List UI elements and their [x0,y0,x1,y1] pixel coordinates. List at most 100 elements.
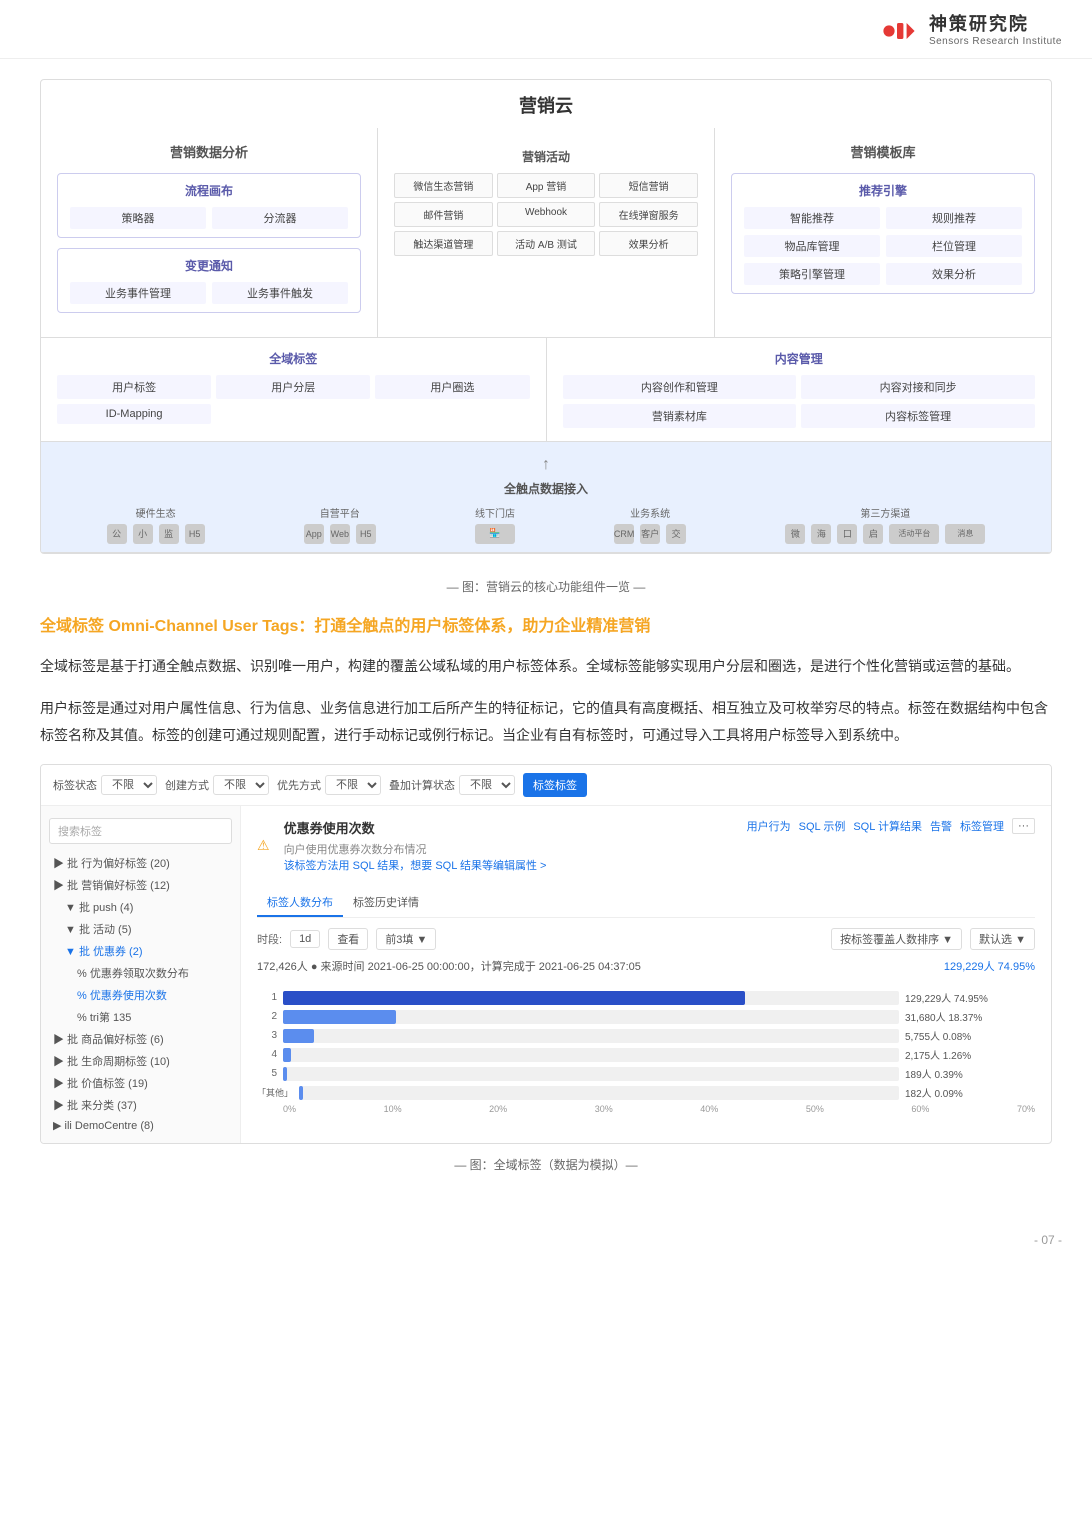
left-panel-item-2[interactable]: ▼ 批 push (4) [41,896,240,918]
stats-right: 129,229人 74.95% [944,958,1035,974]
flow-canvas-box: 流程画布 策略器 分流器 [57,173,361,238]
top-link-4[interactable]: 标签管理 [960,818,1004,834]
tp-icons-row-1: App Web H5 [304,524,376,544]
x-3: 30% [595,1104,613,1114]
x-2: 20% [489,1104,507,1114]
create-method-select[interactable]: 不限 [213,775,269,795]
logo-english: Sensors Research Institute [929,36,1062,48]
default-select[interactable]: 默认选 ▼ [970,928,1035,950]
tp-group-title-0: 硬件生态 [136,505,176,520]
body-text-1: 全域标签是基于打通全触点数据、识别唯一用户，构建的覆盖公域私域的用户标签体系。全… [40,653,1052,680]
left-panel-item-1[interactable]: ▶ 批 营销偏好标签 (12) [41,874,240,896]
content-0: 内容创作和管理 [563,375,797,399]
tp-icon-3: H5 [185,524,205,544]
activity-4: Webhook [497,202,596,227]
tp-icon-2: 监 [159,524,179,544]
sort-select[interactable]: 按标签覆盖人数排序 ▼ [831,928,962,950]
x-1: 10% [384,1104,402,1114]
more-button[interactable]: ··· [1012,818,1035,834]
flow-item-0: 策略器 [70,207,206,229]
bar-row-4: 5 189人 0.39% [257,1066,1035,1081]
search-box[interactable]: 搜索标签 [49,818,232,844]
tp-icons-row-0: 公 小 监 H5 [107,524,205,544]
tp-icon-9: 客户 [640,524,660,544]
recommend-2: 物品库管理 [744,235,880,257]
tp-icon-11: 微 [785,524,805,544]
tp-icon-13: 口 [837,524,857,544]
change-item-0: 业务事件管理 [70,282,206,304]
left-panel-item-12[interactable]: ▶ ili DemoCentre (8) [41,1116,240,1135]
left-panel-item-0[interactable]: ▶ 批 行为偏好标签 (20) [41,852,240,874]
left-panel-item-5[interactable]: % 优惠券领取次数分布 [41,962,240,984]
touchpoint-section: ↑ 全触点数据接入 硬件生态 公 小 监 H5 自营平台 App We [41,442,1051,553]
top-link-2[interactable]: SQL 计算结果 [853,818,922,834]
bar-fill-3 [283,1048,291,1062]
top-link-0[interactable]: 用户行为 [747,818,791,834]
filter-view[interactable]: 查看 [328,928,368,950]
priority-select[interactable]: 不限 [325,775,381,795]
status-label: 标签状态 [53,777,97,793]
change-item-1: 业务事件触发 [212,282,348,304]
left-panel-item-7[interactable]: % tri第 135 [41,1006,240,1028]
filter-label-time: 时段: [257,931,282,947]
screenshot-content: 搜索标签 ▶ 批 行为偏好标签 (20) ▶ 批 营销偏好标签 (12) ▼ 批… [41,806,1051,1143]
left-panel-item-11[interactable]: ▶ 批 来分类 (37) [41,1094,240,1116]
filter-1d[interactable]: 1d [290,930,320,948]
stats-text: 172,426人 ● 来源时间 2021-06-25 00:00:00，计算完成… [257,958,641,974]
bar-row-2: 3 5,755人 0.08% [257,1028,1035,1043]
activity-5: 在线弹窗服务 [599,202,698,227]
bar-desc-2: 5,755人 0.08% [905,1028,1035,1043]
logo-icon [881,15,921,47]
tp-icon-6: H5 [356,524,376,544]
usage-subtitle: 向户使用优惠券次数分布情况 [284,841,547,857]
tp-icon-12: 海 [811,524,831,544]
diagram-top-section: 营销数据分析 流程画布 策略器 分流器 变更通知 业务事件管理 业务事件触发 [41,128,1051,338]
tab-history[interactable]: 标签历史详情 [343,889,429,917]
x-4: 40% [700,1104,718,1114]
content-3: 内容标签管理 [801,404,1035,428]
filter-top3[interactable]: 前3填 ▼ [376,928,436,950]
bar-outer-5 [299,1086,899,1100]
tp-icon-16: 消息 [945,524,985,544]
bar-fill-2 [283,1029,314,1043]
left-panel-item-10[interactable]: ▶ 批 价值标签 (19) [41,1072,240,1094]
change-notify-title: 变更通知 [70,257,348,274]
x-0: 0% [283,1104,296,1114]
filter-row: 时段: 1d 查看 前3填 ▼ 按标签覆盖人数排序 ▼ 默认选 ▼ [257,928,1035,950]
bar-chart: 1 129,229人 74.95% 2 31,680人 18.37% [257,990,1035,1114]
logo: 神策研究院 Sensors Research Institute [881,14,1062,48]
activity-1: App 营销 [497,173,596,198]
bar-row-1: 2 31,680人 18.37% [257,1009,1035,1024]
left-panel-item-4[interactable]: ▼ 批 优惠券 (2) [41,940,240,962]
bar-desc-4: 189人 0.39% [905,1066,1035,1081]
data-analysis-header: 营销数据分析 [57,142,361,161]
page-header: 神策研究院 Sensors Research Institute [0,0,1092,59]
touchpoint-icons: 硬件生态 公 小 监 H5 自营平台 App Web H5 [57,505,1035,544]
top-link-3[interactable]: 告警 [930,818,952,834]
top-link-1[interactable]: SQL 示例 [799,818,846,834]
main-content: 营销云 营销数据分析 流程画布 策略器 分流器 变更通知 业务事件管理 业务事件… [0,59,1092,1224]
bar-label-1: 2 [257,1011,277,1022]
tp-icon-7: 🏪 [475,524,515,544]
page-number: - 07 - [0,1223,1092,1267]
left-panel-item-9[interactable]: ▶ 批 生命周期标签 (10) [41,1050,240,1072]
tab-distribution[interactable]: 标签人数分布 [257,889,343,917]
logo-text: 神策研究院 Sensors Research Institute [929,14,1062,48]
create-tag-button[interactable]: 标签标签 [523,773,587,797]
content-2: 营销素材库 [563,404,797,428]
tags-screenshot: 标签状态 不限 创建方式 不限 优先方式 不限 叠加计算状态 [40,764,1052,1144]
bar-desc-0: 129,229人 74.95% [905,990,1035,1005]
left-panel-item-8[interactable]: ▶ 批 商品偏好标签 (6) [41,1028,240,1050]
marketing-activity-grid: 微信生态营销 App 营销 短信营销 邮件营销 Webhook 在线弹窗服务 触… [394,173,698,256]
tp-icon-1: 小 [133,524,153,544]
status-select[interactable]: 不限 [101,775,157,795]
bar-desc-5: 182人 0.09% [905,1085,1035,1100]
alert-link[interactable]: 该标签方法用 SQL 结果，想要 SQL 结果等编辑属性 > [284,860,547,872]
left-panel-item-6[interactable]: % 优惠券使用次数 [41,984,240,1006]
activity-6: 触达渠道管理 [394,231,493,256]
compute-status-select[interactable]: 不限 [459,775,515,795]
template-col: 营销模板库 推荐引擎 智能推荐 规则推荐 物品库管理 栏位管理 策略引擎管理 效… [715,128,1051,337]
left-panel-item-3[interactable]: ▼ 批 活动 (5) [41,918,240,940]
bar-label-0: 1 [257,992,277,1003]
bar-desc-1: 31,680人 18.37% [905,1009,1035,1024]
